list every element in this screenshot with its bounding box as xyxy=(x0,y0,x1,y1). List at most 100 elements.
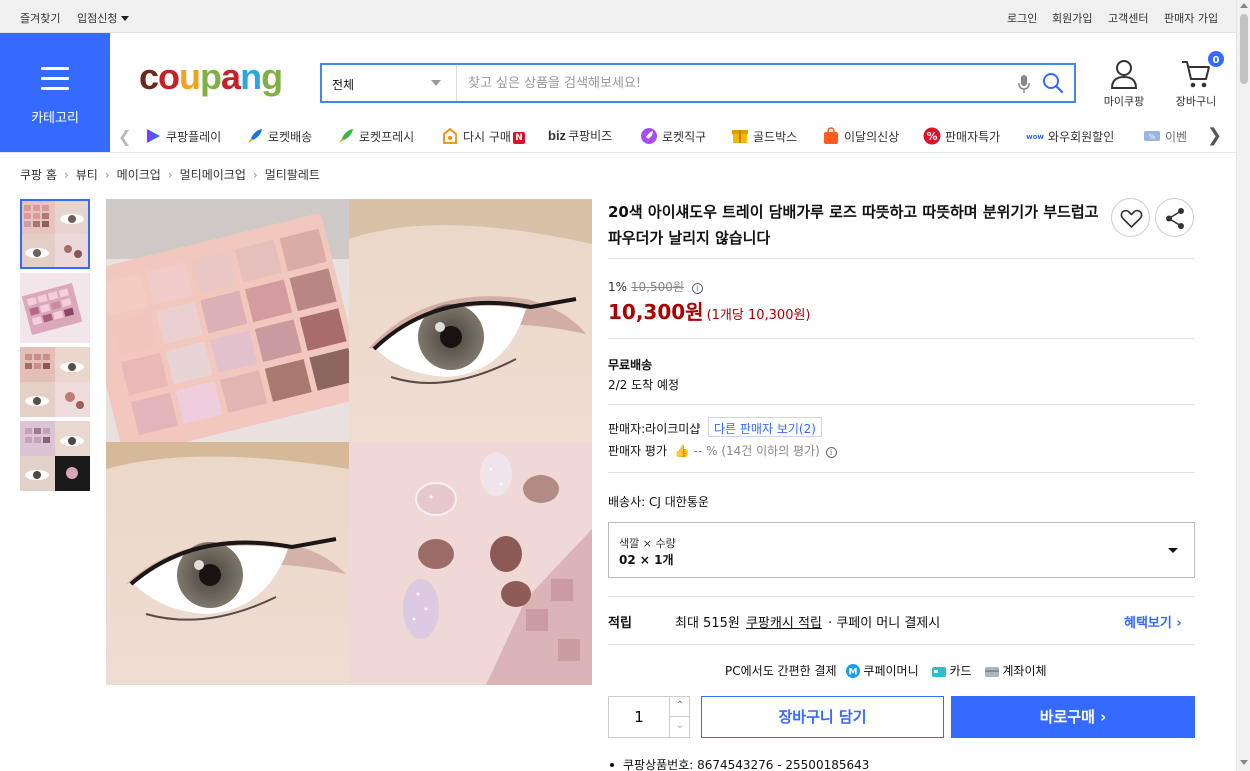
nav-item-label: 로켓배송 xyxy=(268,130,313,144)
coupang-cash-link[interactable]: 쿠팡캐시 적립 xyxy=(746,616,822,631)
share-icon xyxy=(1166,208,1184,229)
mycoupang-label: 마이쿠팡 xyxy=(1103,95,1145,108)
buy-now-button[interactable]: 바로구매 › xyxy=(951,696,1195,738)
nav-item-rocket-fresh[interactable]: 로켓프레시 xyxy=(337,127,414,145)
nav-item-rebuy[interactable]: 다시 구매 N xyxy=(441,127,525,145)
product-thumbnail[interactable] xyxy=(20,199,90,269)
scroll-thumb[interactable] xyxy=(1240,14,1248,84)
info-icon[interactable]: i xyxy=(691,283,703,294)
nav-prev-arrow-icon[interactable]: ❮ xyxy=(118,127,131,146)
category-menu-button[interactable]: 카테고리 xyxy=(0,33,110,152)
search-category-select[interactable]: 전체 xyxy=(322,65,457,101)
nav-item-goldbox[interactable]: 골드박스 xyxy=(731,127,797,145)
nav-item-coupang-biz[interactable]: biz 쿠팡비즈 xyxy=(548,127,612,144)
add-to-cart-button[interactable]: 장바구니 담기 xyxy=(701,696,944,738)
product-number-text: 쿠팡상품번호: 8674543276 - 25500185643 xyxy=(623,758,870,771)
product-thumbnail[interactable] xyxy=(20,347,90,417)
seller-label: 판매자: xyxy=(608,422,646,436)
info-icon[interactable]: i xyxy=(825,447,837,458)
divider xyxy=(608,258,1195,259)
page-scrollbar[interactable] xyxy=(1236,0,1250,771)
scroll-down-arrow-icon[interactable] xyxy=(1240,760,1248,765)
breadcrumb-home[interactable]: 쿠팡 홈 xyxy=(20,168,57,182)
biz-icon: biz xyxy=(548,128,567,143)
login-link[interactable]: 로그인 xyxy=(1007,10,1037,26)
wishlist-button[interactable] xyxy=(1111,198,1150,237)
nav-item-label: 이벤 xyxy=(1165,130,1188,144)
search-icon[interactable] xyxy=(1042,72,1064,94)
price-row: 10,300원 (1개당 10,300원) xyxy=(608,296,811,325)
breadcrumb-makeup[interactable]: 메이크업 xyxy=(117,168,161,182)
new-badge: N xyxy=(512,132,525,144)
logo-letter: g xyxy=(261,56,283,97)
microphone-icon[interactable] xyxy=(1017,74,1031,94)
category-label: 카테고리 xyxy=(31,111,79,126)
payment-method: 쿠페이머니 xyxy=(863,664,919,678)
seller-rating-label: 판매자 평가 xyxy=(608,444,668,458)
store-apply-label: 입점신청 xyxy=(77,12,118,25)
product-thumbnail[interactable] xyxy=(20,273,90,343)
chevron-right-icon: › xyxy=(1176,616,1182,631)
signup-link[interactable]: 회원가입 xyxy=(1052,10,1092,26)
seller-name[interactable]: 라이크미샵 xyxy=(645,422,700,436)
customer-center-link[interactable]: 고객센터 xyxy=(1108,10,1148,26)
user-icon xyxy=(1110,60,1138,89)
logo-letter: u xyxy=(179,56,201,97)
seller-rating-row: 판매자 평가 👍 -- % (14건 이하의 평가) i xyxy=(608,442,837,459)
store-apply-menu[interactable]: 입점신청 xyxy=(77,10,130,26)
svg-text:M: M xyxy=(849,668,858,678)
quantity-increase-icon[interactable]: ⌃ xyxy=(669,697,690,717)
coupay-money-icon: M xyxy=(846,664,861,678)
quantity-decrease-icon[interactable]: ⌄ xyxy=(669,717,690,737)
option-header: 색깔 × 수량 xyxy=(619,537,676,550)
dropdown-arrow-icon xyxy=(431,80,441,86)
breadcrumb-multi-makeup[interactable]: 멀티메이크업 xyxy=(180,168,246,182)
breadcrumb-multi-palette[interactable]: 멀티팔레트 xyxy=(265,168,320,182)
thumbnail-image xyxy=(20,199,90,269)
nav-item-rocket-delivery[interactable]: 로켓배송 xyxy=(246,127,312,145)
nav-item-label: 와우회원할인 xyxy=(1048,130,1115,144)
bookmark-link[interactable]: 즐겨찾기 xyxy=(20,10,60,26)
seller-signup-link[interactable]: 판매자 가입 xyxy=(1164,10,1218,26)
top-utility-bar: 즐겨찾기 입점신청 로그인 회원가입 고객센터 판매자 가입 xyxy=(0,0,1236,33)
benefit-link[interactable]: 혜택보기 › xyxy=(1124,612,1182,631)
scroll-up-arrow-icon[interactable] xyxy=(1240,3,1248,8)
search-bar: 전체 xyxy=(320,63,1076,103)
cart-button[interactable]: 0 장바구니 xyxy=(1168,49,1226,109)
breadcrumb-beauty[interactable]: 뷰티 xyxy=(76,168,98,182)
rebuy-icon xyxy=(443,127,457,144)
search-input[interactable] xyxy=(458,65,1018,101)
seller-row: 판매자:라이크미샵 xyxy=(608,420,700,437)
discount-rate: 1% xyxy=(608,280,628,294)
payment-methods: PC에서도 간편한 결제 M 쿠페이머니 카드 계좌이체 xyxy=(725,662,1047,679)
product-thumbnail[interactable] xyxy=(20,421,90,491)
logo-letter: c xyxy=(139,56,159,97)
nav-item-label: 다시 구매 xyxy=(463,130,511,144)
nav-item-wow-discount[interactable]: wow 와우회원할인 xyxy=(1026,127,1114,145)
mycoupang-button[interactable]: 마이쿠팡 xyxy=(1096,58,1152,109)
option-select[interactable]: 색깔 × 수량 02 × 1개 xyxy=(608,522,1195,578)
bank-transfer-icon xyxy=(985,667,1000,677)
share-button[interactable] xyxy=(1155,198,1194,237)
product-main-image[interactable] xyxy=(106,199,592,685)
other-sellers-button[interactable]: 다른 판매자 보기(2) xyxy=(708,417,822,437)
divider xyxy=(608,404,1195,405)
event-icon: % xyxy=(1144,131,1160,141)
rocket-global-icon xyxy=(641,128,657,144)
reward-amount: 최대 515원 xyxy=(675,616,740,631)
nav-item-coupangplay[interactable]: 쿠팡플레이 xyxy=(144,127,221,145)
nav-item-label: 로켓직구 xyxy=(662,130,707,144)
nav-item-new-arrivals[interactable]: 이달의신상 xyxy=(822,127,899,145)
quantity-input[interactable] xyxy=(609,697,669,737)
logo-letter: n xyxy=(240,56,262,97)
carrier-label: 배송사: xyxy=(608,495,646,509)
logo-letter: a xyxy=(221,56,241,97)
nav-item-label: 판매자특가 xyxy=(945,130,1001,144)
nav-item-seller-deals[interactable]: % 판매자특가 xyxy=(923,127,1000,145)
nav-next-arrow-icon[interactable]: ❯ xyxy=(1207,125,1222,146)
heart-icon xyxy=(1120,209,1143,228)
nav-item-event[interactable]: % 이벤 xyxy=(1143,127,1187,145)
nav-item-rocket-global[interactable]: 로켓직구 xyxy=(640,127,706,145)
coupang-logo[interactable]: coupang xyxy=(139,56,283,98)
divider xyxy=(608,596,1195,597)
